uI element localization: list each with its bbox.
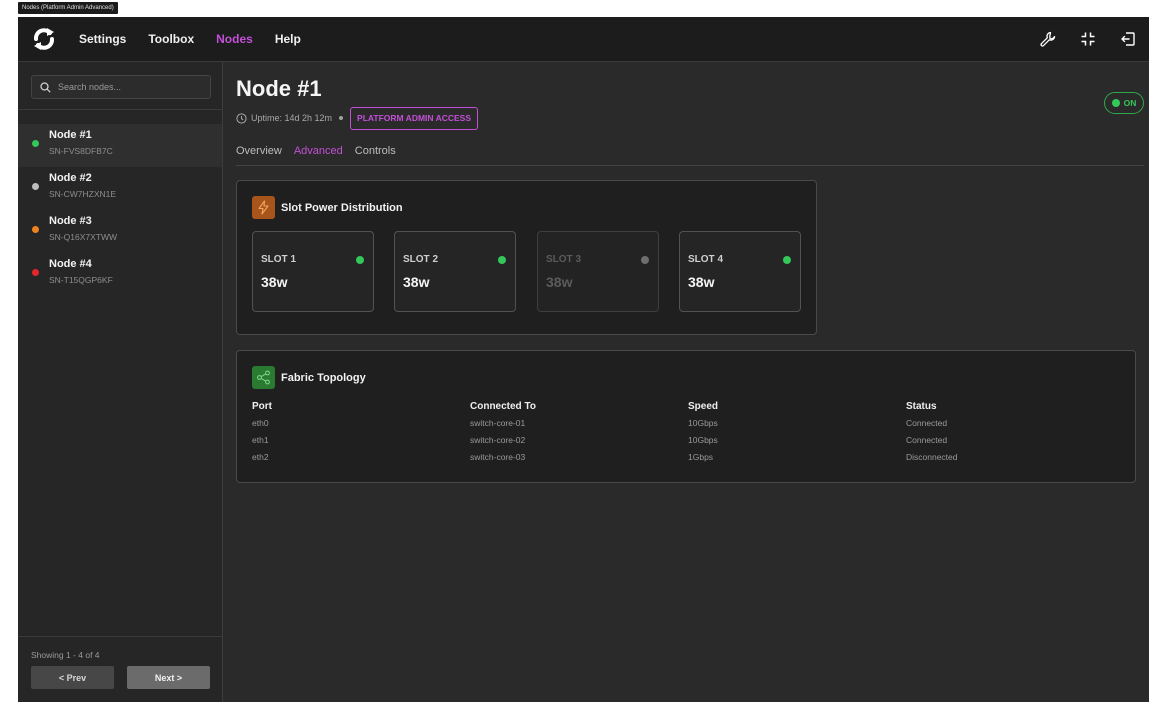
slot-status-dot — [356, 256, 364, 264]
slot-card-3[interactable]: SLOT 3 38w — [537, 231, 659, 312]
share-network-icon — [252, 366, 275, 389]
slot-label: SLOT 2 — [403, 254, 439, 265]
tab-advanced[interactable]: Advanced — [294, 145, 343, 157]
status-dot — [32, 269, 39, 276]
logout-icon[interactable] — [1119, 30, 1137, 48]
slot-power-card: Slot Power Distribution SLOT 1 38w SLOT … — [236, 180, 817, 335]
column-header: Port — [252, 401, 272, 412]
speed-cell: 10Gbps — [688, 435, 718, 445]
column-header: Connected To — [470, 401, 536, 412]
node-serial: SN-Q16X7XTWW — [49, 232, 118, 242]
pagination-count: Showing 1 - 4 of 4 — [31, 650, 100, 660]
status-cell: Disconnected — [906, 452, 958, 462]
tab-controls[interactable]: Controls — [355, 145, 396, 157]
card-title: Slot Power Distribution — [281, 201, 403, 214]
slot-label: SLOT 3 — [546, 254, 582, 265]
nav-nodes[interactable]: Nodes — [216, 32, 253, 46]
window-title-tag: Nodes (Platform Admin Advanced) — [18, 2, 118, 14]
node-list: Node #1 SN-FVS8DFB7C Node #2 SN-CW7HZXN1… — [18, 124, 222, 296]
slot-value: 38w — [546, 274, 573, 290]
logo-icon[interactable] — [30, 26, 58, 52]
main-nav: Settings Toolbox Nodes Help — [79, 17, 323, 61]
node-item-2[interactable]: Node #2 SN-CW7HZXN1E — [18, 167, 222, 210]
speed-cell: 1Gbps — [688, 452, 714, 462]
node-name: Node #3 — [49, 215, 92, 227]
sidebar-divider — [18, 109, 222, 110]
connected-to-cell: switch-core-02 — [470, 435, 526, 445]
node-item-4[interactable]: Node #4 SN-T15QGP6KF — [18, 253, 222, 296]
table-row: eth2 switch-core-03 1Gbps Disconnected — [252, 452, 1122, 469]
node-name: Node #1 — [49, 129, 92, 141]
tabs-divider — [236, 165, 1144, 166]
fabric-table: Port Connected To Speed Status eth0 swit… — [252, 401, 1122, 469]
next-button[interactable]: Next > — [127, 666, 210, 689]
clock-icon — [236, 112, 247, 124]
status-dot — [32, 183, 39, 190]
uptime-text: Uptime: 14d 2h 12m — [251, 113, 333, 123]
search-box — [31, 75, 211, 99]
node-item-1[interactable]: Node #1 SN-FVS8DFB7C — [18, 124, 222, 167]
uptime-row: Uptime: 14d 2h 12m PLATFORM ADMIN ACCESS — [236, 106, 479, 130]
node-serial: SN-CW7HZXN1E — [49, 189, 117, 199]
search-icon — [40, 81, 51, 93]
slot-card-1[interactable]: SLOT 1 38w — [252, 231, 374, 312]
table-header: Port Connected To Speed Status — [252, 401, 1122, 418]
top-bar: Settings Toolbox Nodes Help — [18, 17, 1149, 62]
slot-label: SLOT 1 — [261, 254, 297, 265]
slot-label: SLOT 4 — [688, 254, 724, 265]
card-header: Fabric Topology — [252, 366, 366, 389]
nav-toolbox[interactable]: Toolbox — [148, 32, 194, 46]
main-panel: Node #1 Uptime: 14d 2h 12m PLATFORM ADMI… — [223, 62, 1149, 702]
status-dot — [32, 226, 39, 233]
minimize-icon[interactable] — [1079, 30, 1097, 48]
lightning-icon — [252, 196, 275, 219]
column-header: Speed — [688, 401, 719, 412]
wrench-icon[interactable] — [1039, 30, 1057, 48]
slot-value: 38w — [403, 274, 430, 290]
tab-bar: Overview Advanced Controls — [236, 145, 396, 157]
column-header: Status — [906, 401, 937, 412]
card-header: Slot Power Distribution — [252, 196, 403, 219]
toggle-dot — [1111, 99, 1120, 107]
sidebar: Node #1 SN-FVS8DFB7C Node #2 SN-CW7HZXN1… — [18, 62, 223, 702]
search-input[interactable] — [56, 81, 210, 93]
separator-dot — [339, 116, 344, 120]
slot-card-4[interactable]: SLOT 4 38w — [679, 231, 801, 312]
card-title: Fabric Topology — [281, 371, 366, 384]
status-dot — [32, 140, 39, 147]
connected-to-cell: switch-core-03 — [470, 452, 526, 462]
node-serial: SN-FVS8DFB7C — [49, 146, 113, 156]
table-row: eth1 switch-core-02 10Gbps Connected — [252, 435, 1122, 452]
slot-status-dot — [783, 256, 791, 264]
status-cell: Connected — [906, 435, 948, 445]
table-row: eth0 switch-core-01 10Gbps Connected — [252, 418, 1122, 435]
prev-button[interactable]: < Prev — [31, 666, 114, 689]
slot-card-2[interactable]: SLOT 2 38w — [394, 231, 516, 312]
node-serial: SN-T15QGP6KF — [49, 275, 113, 285]
page-title: Node #1 — [236, 76, 322, 101]
node-name: Node #4 — [49, 258, 92, 270]
node-item-3[interactable]: Node #3 SN-Q16X7XTWW — [18, 210, 222, 253]
access-badge: PLATFORM ADMIN ACCESS — [350, 106, 479, 130]
top-actions — [1039, 17, 1137, 61]
port-cell: eth0 — [252, 418, 269, 428]
port-cell: eth2 — [252, 452, 269, 462]
app-window: Settings Toolbox Nodes Help Search nodes… — [18, 17, 1149, 702]
port-cell: eth1 — [252, 435, 269, 445]
connected-to-cell: switch-core-01 — [470, 418, 526, 428]
node-name: Node #2 — [49, 172, 92, 184]
slot-value: 38w — [261, 274, 288, 290]
nav-help[interactable]: Help — [275, 32, 301, 46]
nav-settings[interactable]: Settings — [79, 32, 126, 46]
power-toggle[interactable]: ON — [1104, 92, 1144, 114]
slot-status-dot — [498, 256, 506, 264]
fabric-topology-card: Fabric Topology Port Connected To Speed … — [236, 350, 1136, 483]
slot-value: 38w — [688, 274, 715, 290]
speed-cell: 10Gbps — [688, 418, 718, 428]
tab-overview[interactable]: Overview — [236, 145, 282, 157]
toggle-label: ON — [1123, 98, 1137, 108]
status-cell: Connected — [906, 418, 948, 428]
slot-status-dot — [641, 256, 649, 264]
pagination: Showing 1 - 4 of 4 < Prev Next > — [18, 636, 222, 702]
